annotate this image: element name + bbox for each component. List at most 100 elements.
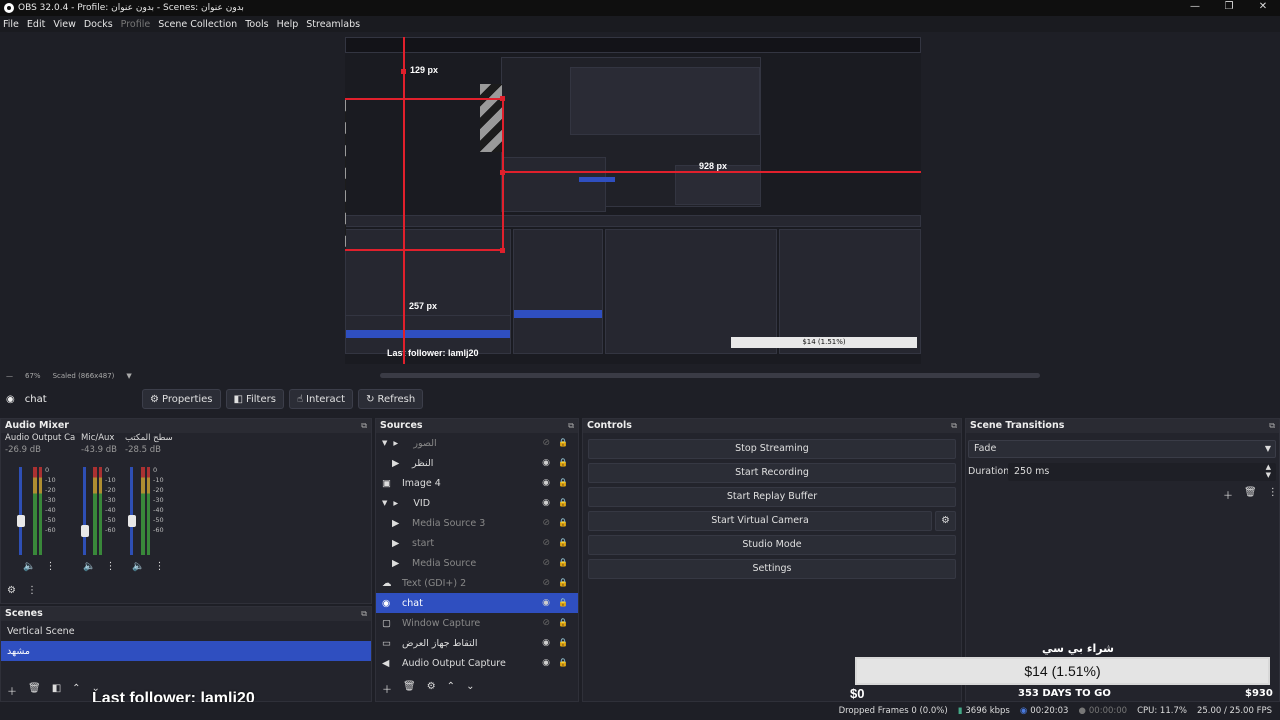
lock-icon[interactable]: 🔒 (558, 598, 568, 608)
zoom-level[interactable]: 67% (25, 372, 41, 380)
lock-icon[interactable]: 🔒 (558, 438, 568, 448)
start-virtual-camera-button[interactable]: Start Virtual Camera (588, 511, 932, 531)
lock-icon[interactable]: 🔒 (558, 558, 568, 568)
visibility-eye-icon[interactable]: ⊘ (542, 618, 550, 628)
duration-spinbox[interactable]: 250 ms ▲ ▼ (1008, 463, 1276, 481)
add-icon[interactable]: ＋ (1223, 487, 1233, 502)
lock-icon[interactable]: 🔒 (558, 538, 568, 548)
kebab-menu-icon[interactable]: ⋮ (45, 561, 55, 572)
visibility-eye-icon[interactable]: ◉ (542, 478, 550, 488)
visibility-eye-icon[interactable]: ⊘ (542, 538, 550, 548)
scale-mode[interactable]: Scaled (866x487) (53, 372, 115, 380)
scene-item-selected[interactable]: مشهد (1, 641, 371, 661)
stop-streaming-button[interactable]: Stop Streaming (588, 439, 956, 459)
menu-edit[interactable]: Edit (27, 19, 45, 30)
advanced-audio-icon[interactable]: ⚙ (7, 585, 16, 596)
source-item[interactable]: ▶ start ⊘ 🔒 (376, 533, 578, 553)
expand-group-icon[interactable]: ▼ (382, 499, 387, 507)
spin-arrows-icon[interactable]: ▲ ▼ (1266, 463, 1271, 479)
volume-fader-handle[interactable] (128, 515, 136, 527)
studio-mode-button[interactable]: Studio Mode (588, 535, 956, 555)
minimize-button[interactable]: — (1178, 0, 1212, 16)
move-up-icon[interactable]: ⌃ (447, 681, 455, 696)
volume-fader[interactable] (19, 467, 22, 555)
source-item[interactable]: ☁ Text (GDI+) 2 ⊘ 🔒 (376, 573, 578, 593)
undock-icon[interactable]: ⧉ (1269, 419, 1275, 433)
source-item[interactable]: ◉ chat ◉ 🔒 (376, 593, 578, 613)
maximize-button[interactable]: ❐ (1212, 0, 1246, 16)
source-item[interactable]: ▣ Image 4 ◉ 🔒 (376, 473, 578, 493)
lock-icon[interactable]: 🔒 (558, 618, 568, 628)
visibility-eye-icon[interactable]: ⊘ (542, 558, 550, 568)
visibility-eye-icon[interactable]: ◉ (542, 458, 550, 468)
speaker-icon[interactable]: 🔈 (83, 561, 95, 572)
kebab-menu-icon[interactable]: ⋮ (27, 585, 37, 596)
kebab-menu-icon[interactable]: ⋮ (154, 561, 164, 572)
visibility-eye-icon[interactable]: ⊘ (542, 438, 550, 448)
add-icon[interactable]: ＋ (382, 681, 392, 696)
minus-icon[interactable]: — (6, 372, 13, 380)
source-item[interactable]: ▭ التقاط جهاز العرض ◉ 🔒 (376, 633, 578, 653)
visibility-eye-icon[interactable]: ◉ (542, 498, 550, 508)
lock-icon[interactable]: 🔒 (558, 498, 568, 508)
lock-icon[interactable]: 🔒 (558, 638, 568, 648)
volume-fader[interactable] (130, 467, 133, 555)
lock-icon[interactable]: 🔒 (558, 658, 568, 668)
menu-profile[interactable]: Profile (121, 19, 151, 30)
menu-streamlabs[interactable]: Streamlabs (306, 19, 360, 30)
volume-fader-handle[interactable] (81, 525, 89, 537)
gear-icon[interactable]: ⚙ (427, 681, 436, 696)
transition-select[interactable]: Fade ▼ (968, 440, 1276, 458)
start-recording-button[interactable]: Start Recording (588, 463, 956, 483)
resize-handle-bottom-right[interactable] (500, 248, 505, 253)
volume-fader[interactable] (83, 467, 86, 555)
visibility-eye-icon[interactable]: ⊘ (542, 518, 550, 528)
source-item[interactable]: ▶ Media Source ⊘ 🔒 (376, 553, 578, 573)
start-replay-buffer-button[interactable]: Start Replay Buffer (588, 487, 956, 507)
resize-handle-top-right[interactable] (500, 96, 505, 101)
menu-tools[interactable]: Tools (245, 19, 268, 30)
chevron-down-icon[interactable]: ▼ (126, 372, 131, 380)
resize-handle-top[interactable] (401, 69, 406, 74)
undock-icon[interactable]: ⧉ (361, 419, 367, 433)
filters-button[interactable]: ◧ Filters (225, 389, 284, 409)
move-up-icon[interactable]: ⌃ (72, 683, 80, 698)
visibility-eye-icon[interactable]: ⊘ (542, 578, 550, 588)
undock-icon[interactable]: ⧉ (568, 419, 574, 433)
close-button[interactable]: ✕ (1246, 0, 1280, 16)
scene-item[interactable]: Vertical Scene (1, 621, 371, 641)
menu-file[interactable]: File (3, 19, 19, 30)
kebab-menu-icon[interactable]: ⋮ (1268, 487, 1278, 502)
visibility-eye-icon[interactable]: ◉ (542, 638, 550, 648)
speaker-icon[interactable]: 🔈 (132, 561, 144, 572)
lock-icon[interactable]: 🔒 (558, 478, 568, 488)
preview-scrollbar[interactable] (380, 373, 1040, 378)
source-item[interactable]: ▼ ▸ VID ◉ 🔒 (376, 493, 578, 513)
preview-canvas[interactable]: $14 (1.51%) Last follower: lamlj20 129 p… (345, 37, 921, 364)
lock-icon[interactable]: 🔒 (558, 578, 568, 588)
kebab-menu-icon[interactable]: ⋮ (105, 561, 115, 572)
properties-button[interactable]: ⚙ Properties (142, 389, 221, 409)
interact-button[interactable]: ☝ Interact (288, 389, 354, 409)
resize-handle-right[interactable] (500, 170, 505, 175)
undock-icon[interactable]: ⧉ (361, 607, 367, 621)
volume-fader-handle[interactable] (17, 515, 25, 527)
trash-icon[interactable]: 🗑 (28, 683, 41, 698)
expand-group-icon[interactable]: ▼ (382, 439, 387, 447)
selection-bounds[interactable] (345, 98, 504, 251)
menu-scene-collection[interactable]: Scene Collection (158, 19, 237, 30)
trash-icon[interactable]: 🗑 (1244, 487, 1257, 502)
trash-icon[interactable]: 🗑 (403, 681, 416, 696)
scene-filters-icon[interactable]: ◧ (52, 683, 61, 698)
lock-icon[interactable]: 🔒 (558, 458, 568, 468)
add-icon[interactable]: ＋ (7, 683, 17, 698)
visibility-eye-icon[interactable]: ◉ (542, 658, 550, 668)
source-item[interactable]: ▶ Media Source 3 ⊘ 🔒 (376, 513, 578, 533)
virtual-camera-settings-button[interactable]: ⚙ (935, 511, 956, 531)
source-item[interactable]: ◀ Audio Output Capture ◉ 🔒 (376, 653, 578, 673)
visibility-eye-icon[interactable]: ◉ (542, 598, 550, 608)
menu-docks[interactable]: Docks (84, 19, 113, 30)
speaker-icon[interactable]: 🔈 (23, 561, 35, 572)
menu-view[interactable]: View (53, 19, 76, 30)
settings-button[interactable]: Settings (588, 559, 956, 579)
